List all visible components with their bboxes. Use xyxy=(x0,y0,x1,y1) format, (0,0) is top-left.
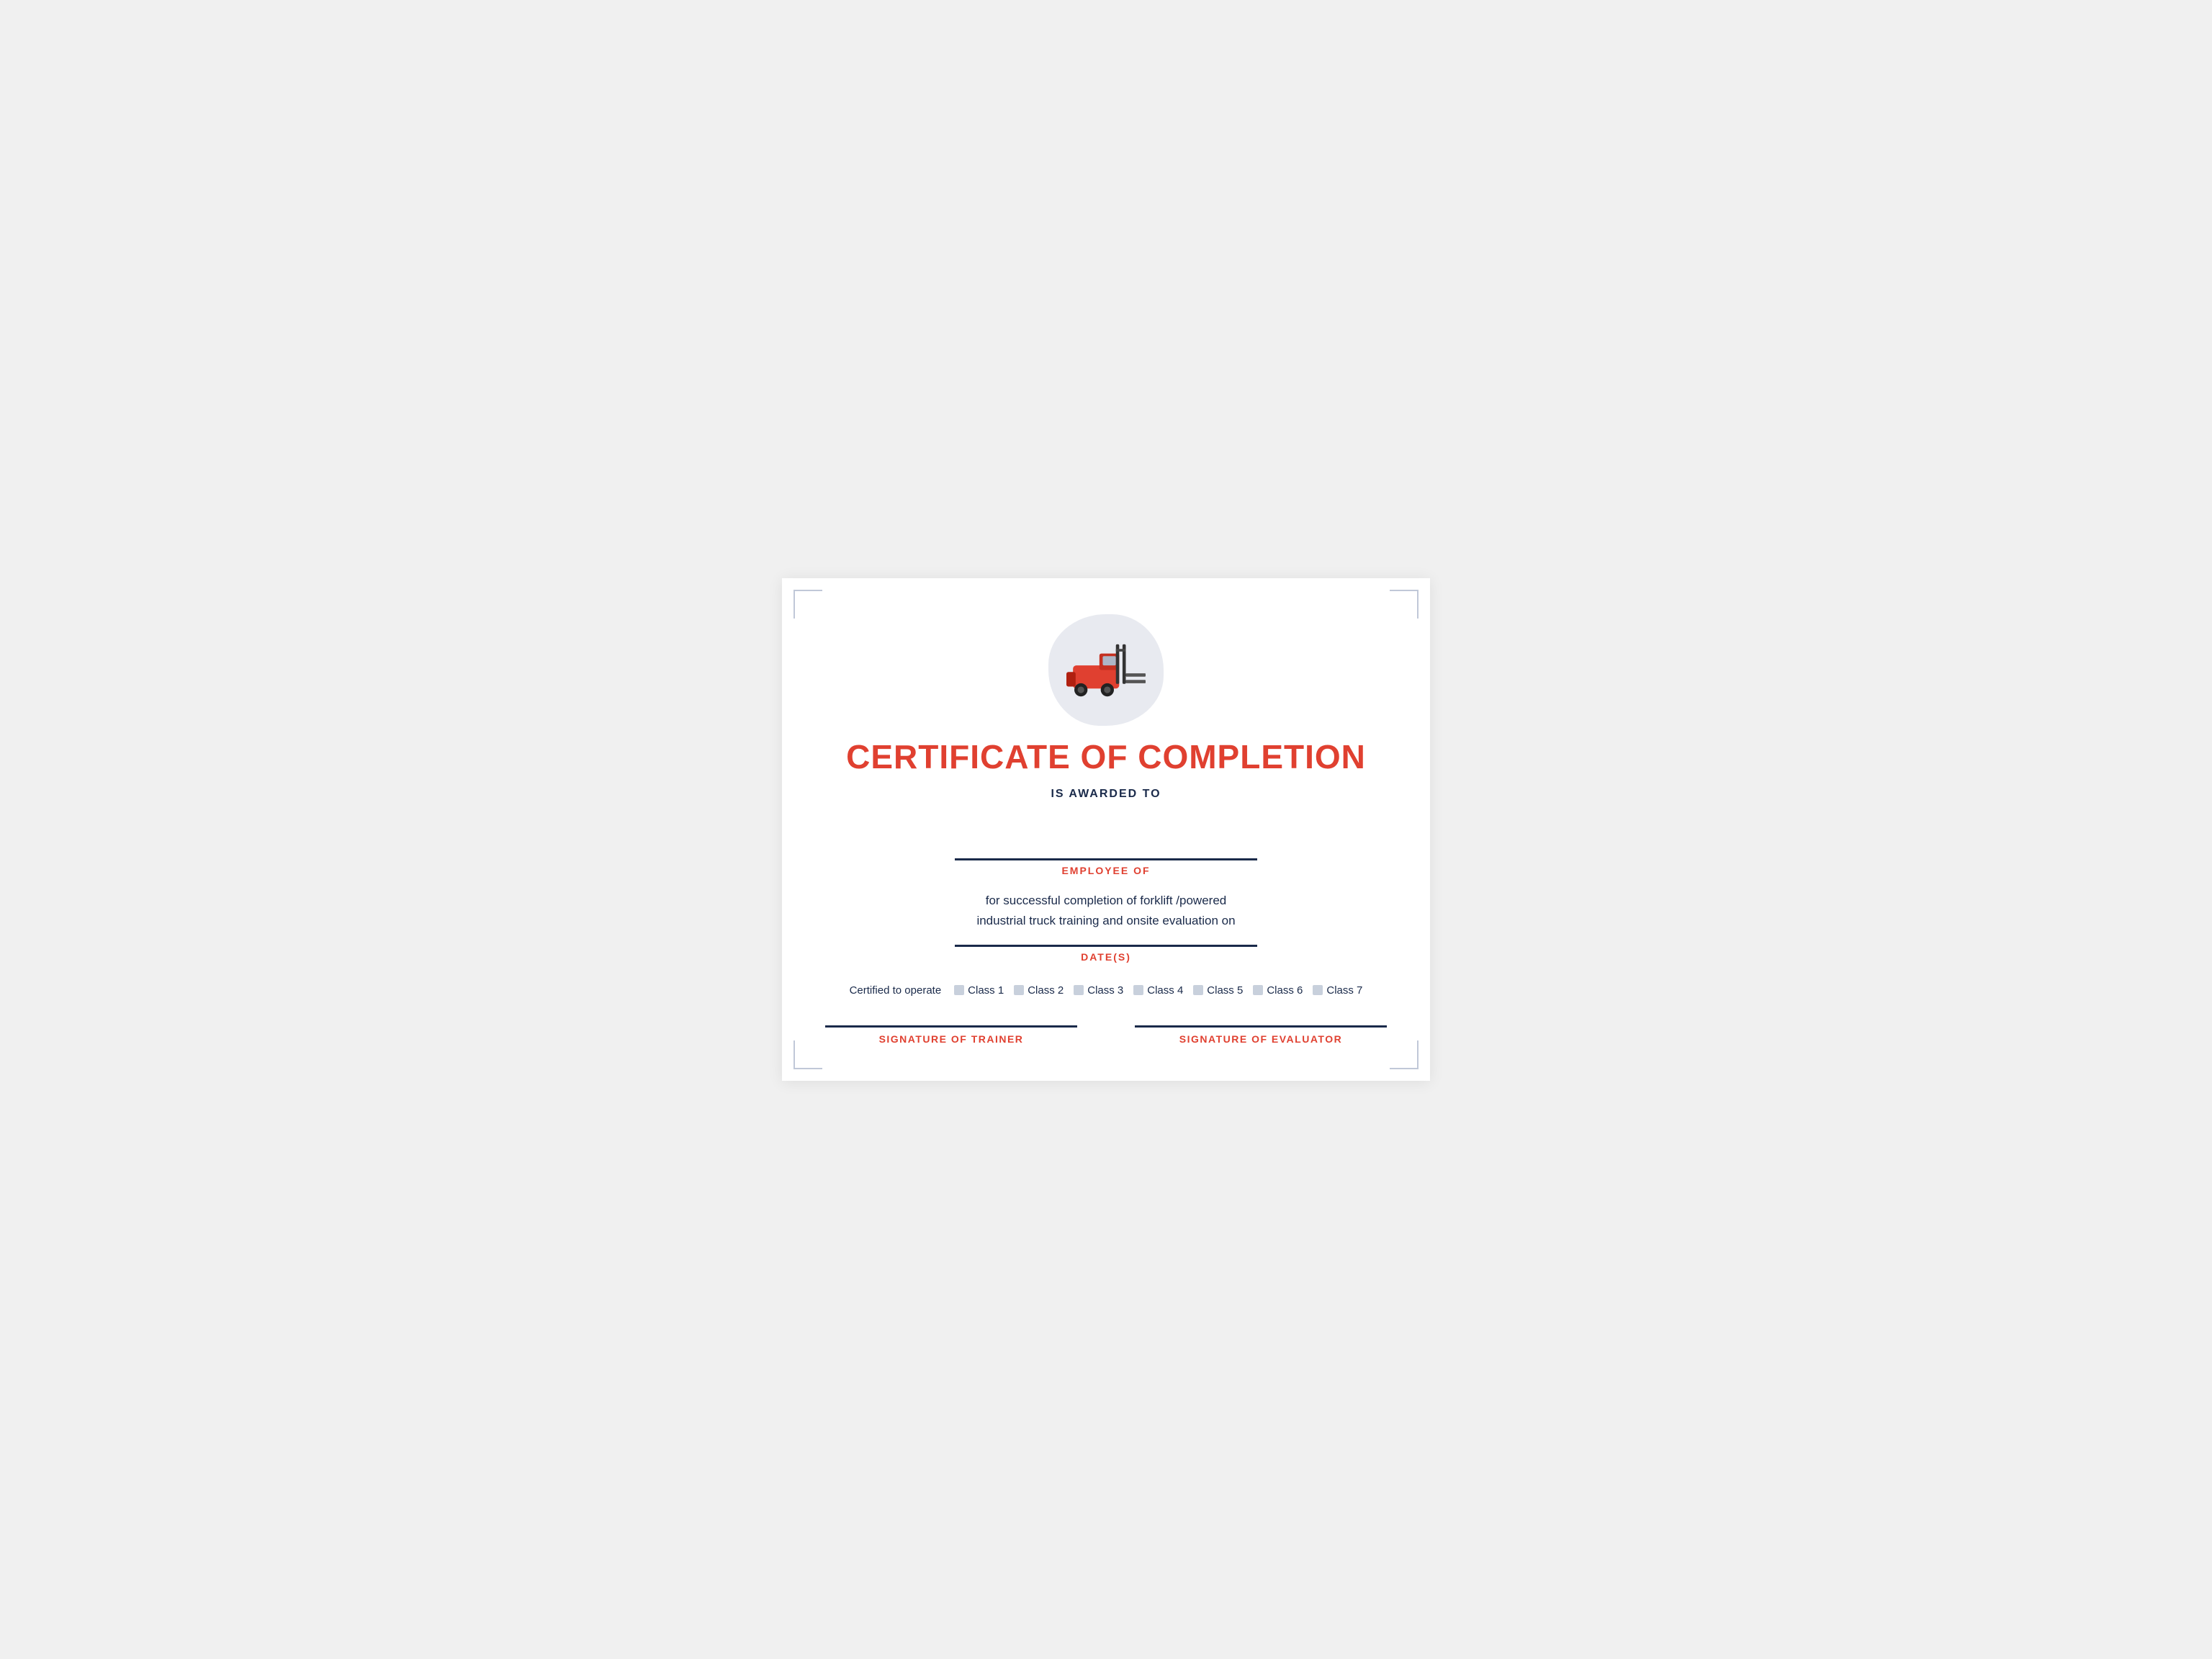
class-7-checkbox xyxy=(1313,985,1323,995)
awarded-to-text: IS AWARDED TO xyxy=(1051,788,1161,801)
corner-tl xyxy=(793,590,822,619)
signatures-row: SIGNATURE OF TRAINER SIGNATURE OF EVALUA… xyxy=(825,1025,1387,1045)
employee-underline xyxy=(955,858,1257,860)
corner-br xyxy=(1390,1040,1419,1069)
class-1-checkbox xyxy=(954,985,964,995)
evaluator-sig-line xyxy=(1135,1025,1387,1028)
trainer-sig-label: SIGNATURE OF TRAINER xyxy=(879,1033,1024,1045)
evaluator-sig-label: SIGNATURE OF EVALUATOR xyxy=(1179,1033,1342,1045)
classes-row: Certified to operate Class 1 Class 2 Cla… xyxy=(850,984,1363,997)
class-2-item: Class 2 xyxy=(1014,984,1064,997)
class-4-item: Class 4 xyxy=(1133,984,1183,997)
certified-label: Certified to operate xyxy=(850,984,942,997)
corner-tr xyxy=(1390,590,1419,619)
employee-of-group: EMPLOYEE OF xyxy=(955,858,1257,876)
class-1-label: Class 1 xyxy=(968,984,1004,997)
corner-bl xyxy=(793,1040,822,1069)
certificate-title: CERTIFICATE OF COMPLETION xyxy=(846,737,1366,776)
trainer-sig-line xyxy=(825,1025,1077,1028)
body-text: for successful completion of forklift /p… xyxy=(976,891,1235,930)
employee-of-label: EMPLOYEE OF xyxy=(1061,865,1150,876)
class-6-item: Class 6 xyxy=(1253,984,1303,997)
class-5-item: Class 5 xyxy=(1193,984,1243,997)
class-7-item: Class 7 xyxy=(1313,984,1362,997)
class-3-checkbox xyxy=(1074,985,1084,995)
date-group: DATE(S) xyxy=(955,945,1257,963)
certificate: CERTIFICATE OF COMPLETION IS AWARDED TO … xyxy=(782,578,1430,1080)
class-3-item: Class 3 xyxy=(1074,984,1123,997)
forklift-icon xyxy=(1066,638,1146,703)
logo-blob xyxy=(1048,614,1164,726)
class-1-item: Class 1 xyxy=(954,984,1004,997)
class-2-checkbox xyxy=(1014,985,1024,995)
class-5-label: Class 5 xyxy=(1207,984,1243,997)
logo-area xyxy=(1048,614,1164,726)
class-7-label: Class 7 xyxy=(1326,984,1362,997)
class-4-checkbox xyxy=(1133,985,1143,995)
class-3-label: Class 3 xyxy=(1087,984,1123,997)
name-area xyxy=(825,822,1387,858)
date-underline xyxy=(955,945,1257,947)
evaluator-sig-group: SIGNATURE OF EVALUATOR xyxy=(1135,1025,1387,1045)
dates-label: DATE(S) xyxy=(1081,951,1131,963)
class-5-checkbox xyxy=(1193,985,1203,995)
class-4-label: Class 4 xyxy=(1147,984,1183,997)
class-2-label: Class 2 xyxy=(1028,984,1064,997)
trainer-sig-group: SIGNATURE OF TRAINER xyxy=(825,1025,1077,1045)
class-6-checkbox xyxy=(1253,985,1263,995)
class-6-label: Class 6 xyxy=(1267,984,1303,997)
